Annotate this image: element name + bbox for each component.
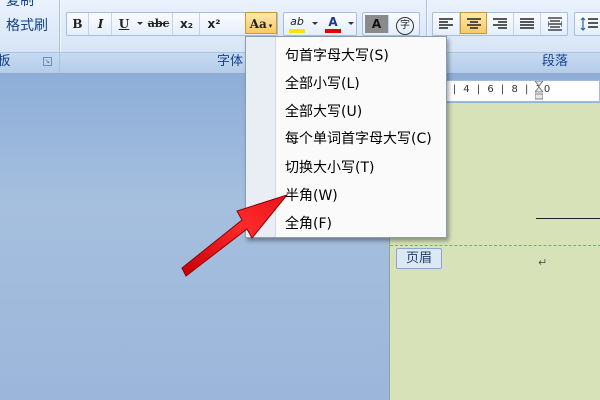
- menu-item-lowercase[interactable]: 全部小写(L): [285, 73, 360, 95]
- change-case-menu: 句首字母大写(S) 全部小写(L) 全部大写(U) 每个单词首字母大写(C) 切…: [245, 36, 447, 238]
- header-underline: [536, 218, 600, 219]
- highlight-label: ab: [290, 15, 304, 28]
- menu-gutter: [246, 37, 276, 237]
- menu-item-full-width[interactable]: 全角(F): [285, 213, 332, 235]
- highlight-dropdown-icon[interactable]: [312, 22, 318, 25]
- clipboard-group-label: 剪贴板: [0, 54, 11, 69]
- change-case-label: Aa: [249, 17, 267, 31]
- line-spacing-toolbar: [574, 12, 600, 36]
- menu-item-uppercase[interactable]: 全部大写(U): [285, 101, 362, 123]
- paragraph-group-label: 段落: [541, 54, 568, 69]
- menu-item-capitalize-each-word[interactable]: 每个单词首字母大写(C): [285, 128, 432, 150]
- copy-label: 复制: [6, 0, 34, 9]
- highlight-color-bar: [289, 29, 305, 33]
- font-color-label: A: [328, 15, 338, 29]
- distributed-icon: [546, 17, 563, 31]
- align-center-icon: [466, 18, 481, 29]
- align-center-button[interactable]: [460, 12, 487, 34]
- subscript-button[interactable]: x₂: [174, 13, 200, 35]
- clipboard-dialog-launcher-icon[interactable]: ↘: [43, 57, 52, 66]
- menu-item-half-width[interactable]: 半角(W): [285, 185, 338, 207]
- underline-dropdown-icon[interactable]: [137, 22, 143, 25]
- line-spacing-icon: [580, 17, 598, 31]
- copy-button[interactable]: 复制: [6, 0, 34, 10]
- char-effects-toolbar: A 字: [362, 12, 420, 36]
- indent-marker-icon[interactable]: [535, 81, 543, 101]
- menu-item-sentence-case[interactable]: 句首字母大写(S): [285, 45, 389, 67]
- change-case-dropdown-icon: ▾: [268, 21, 273, 30]
- header-boundary-line: [390, 245, 600, 246]
- align-left-icon: [439, 18, 453, 29]
- align-right-icon: [493, 18, 507, 29]
- enclose-characters-button[interactable]: 字: [393, 13, 417, 35]
- align-right-button[interactable]: [487, 13, 514, 35]
- enclose-characters-icon: 字: [396, 17, 414, 35]
- change-case-button[interactable]: Aa ▾: [245, 12, 277, 34]
- font-color-button[interactable]: A: [322, 13, 344, 35]
- character-shading-button[interactable]: A: [365, 15, 389, 33]
- highlight-button[interactable]: ab: [286, 13, 308, 35]
- align-left-button[interactable]: [433, 13, 460, 35]
- format-painter-label: 格式刷: [6, 18, 48, 34]
- font-color-bar: [325, 29, 341, 33]
- superscript-button[interactable]: x²: [201, 13, 227, 35]
- italic-button[interactable]: I: [90, 13, 112, 35]
- menu-item-toggle-case[interactable]: 切换大小写(T): [285, 157, 374, 179]
- format-painter-button[interactable]: 格式刷: [6, 17, 48, 35]
- font-format-toolbar: B I U abc x₂ x² Aa ▾: [66, 12, 278, 36]
- line-spacing-button[interactable]: [575, 13, 600, 35]
- strikethrough-button[interactable]: abc: [145, 13, 173, 35]
- header-tag: 页眉: [396, 248, 442, 269]
- font-color-dropdown-icon[interactable]: [348, 22, 354, 25]
- bold-button[interactable]: B: [67, 13, 89, 35]
- distributed-button[interactable]: [541, 13, 568, 35]
- alignment-toolbar: [432, 12, 568, 36]
- paragraph-mark: ↵: [538, 256, 548, 269]
- underline-button[interactable]: U: [113, 13, 135, 35]
- justify-button[interactable]: [514, 13, 541, 35]
- justify-icon: [520, 18, 534, 29]
- color-toolbar: ab A: [283, 12, 357, 36]
